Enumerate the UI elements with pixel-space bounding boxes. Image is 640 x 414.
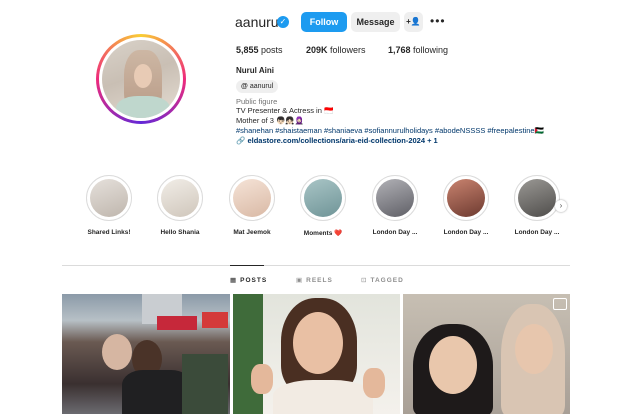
add-person-icon[interactable]: +👤: [404, 12, 423, 32]
highlight-item[interactable]: Moments ❤️: [293, 175, 353, 237]
profile-link[interactable]: 🔗 eldastore.com/collections/aria-eid-col…: [236, 136, 438, 145]
profile-category: Public figure: [236, 97, 278, 106]
reels-icon: ▣: [296, 277, 304, 284]
more-horizontal-icon[interactable]: •••: [430, 14, 446, 28]
following-stat[interactable]: 1,768 following: [388, 45, 448, 55]
post-thumbnail[interactable]: [403, 294, 570, 414]
active-tab-indicator: [230, 265, 264, 266]
tab-reels[interactable]: ▣ REELS: [296, 276, 333, 284]
message-button[interactable]: Message: [351, 12, 400, 32]
avatar-photo: [102, 40, 180, 118]
verified-badge-icon: ✓: [277, 16, 289, 28]
highlight-item[interactable]: Shared Links!: [79, 175, 139, 236]
threads-icon: @: [241, 83, 248, 90]
grid-icon: ▦: [230, 277, 238, 284]
bio-line: Mother of 3 👦🏻👧🏻🧕🏻: [236, 116, 305, 125]
highlight-item[interactable]: London Day ...: [365, 175, 425, 236]
tab-tagged[interactable]: ⊡ TAGGED: [361, 276, 404, 284]
tabs-divider: [62, 265, 570, 266]
profile-avatar[interactable]: [96, 34, 186, 124]
link-icon: 🔗: [236, 136, 248, 145]
post-thumbnail[interactable]: [62, 294, 230, 414]
highlight-item[interactable]: Hello Shania: [150, 175, 210, 236]
post-thumbnail[interactable]: [233, 294, 400, 414]
followers-stat[interactable]: 209K followers: [306, 45, 366, 55]
profile-username: aanurul: [235, 14, 282, 30]
chevron-right-icon[interactable]: ›: [555, 200, 567, 212]
profile-full-name: Nurul Aini: [236, 66, 274, 75]
tab-posts[interactable]: ▦ POSTS: [230, 276, 267, 284]
follow-button[interactable]: Follow: [301, 12, 347, 32]
highlight-item[interactable]: London Day ...: [436, 175, 496, 236]
threads-handle: aanurul: [249, 83, 274, 90]
threads-badge[interactable]: @ aanurul: [236, 80, 279, 93]
bio-hashtags[interactable]: #shanehan #shaistaeman #shaniaeva #sofia…: [236, 126, 544, 135]
posts-stat[interactable]: 5,855 posts: [236, 45, 283, 55]
bio-line: TV Presenter & Actress in 🇮🇩: [236, 106, 334, 115]
tagged-icon: ⊡: [361, 277, 368, 284]
highlight-item[interactable]: Mat Jeemok: [222, 175, 282, 236]
